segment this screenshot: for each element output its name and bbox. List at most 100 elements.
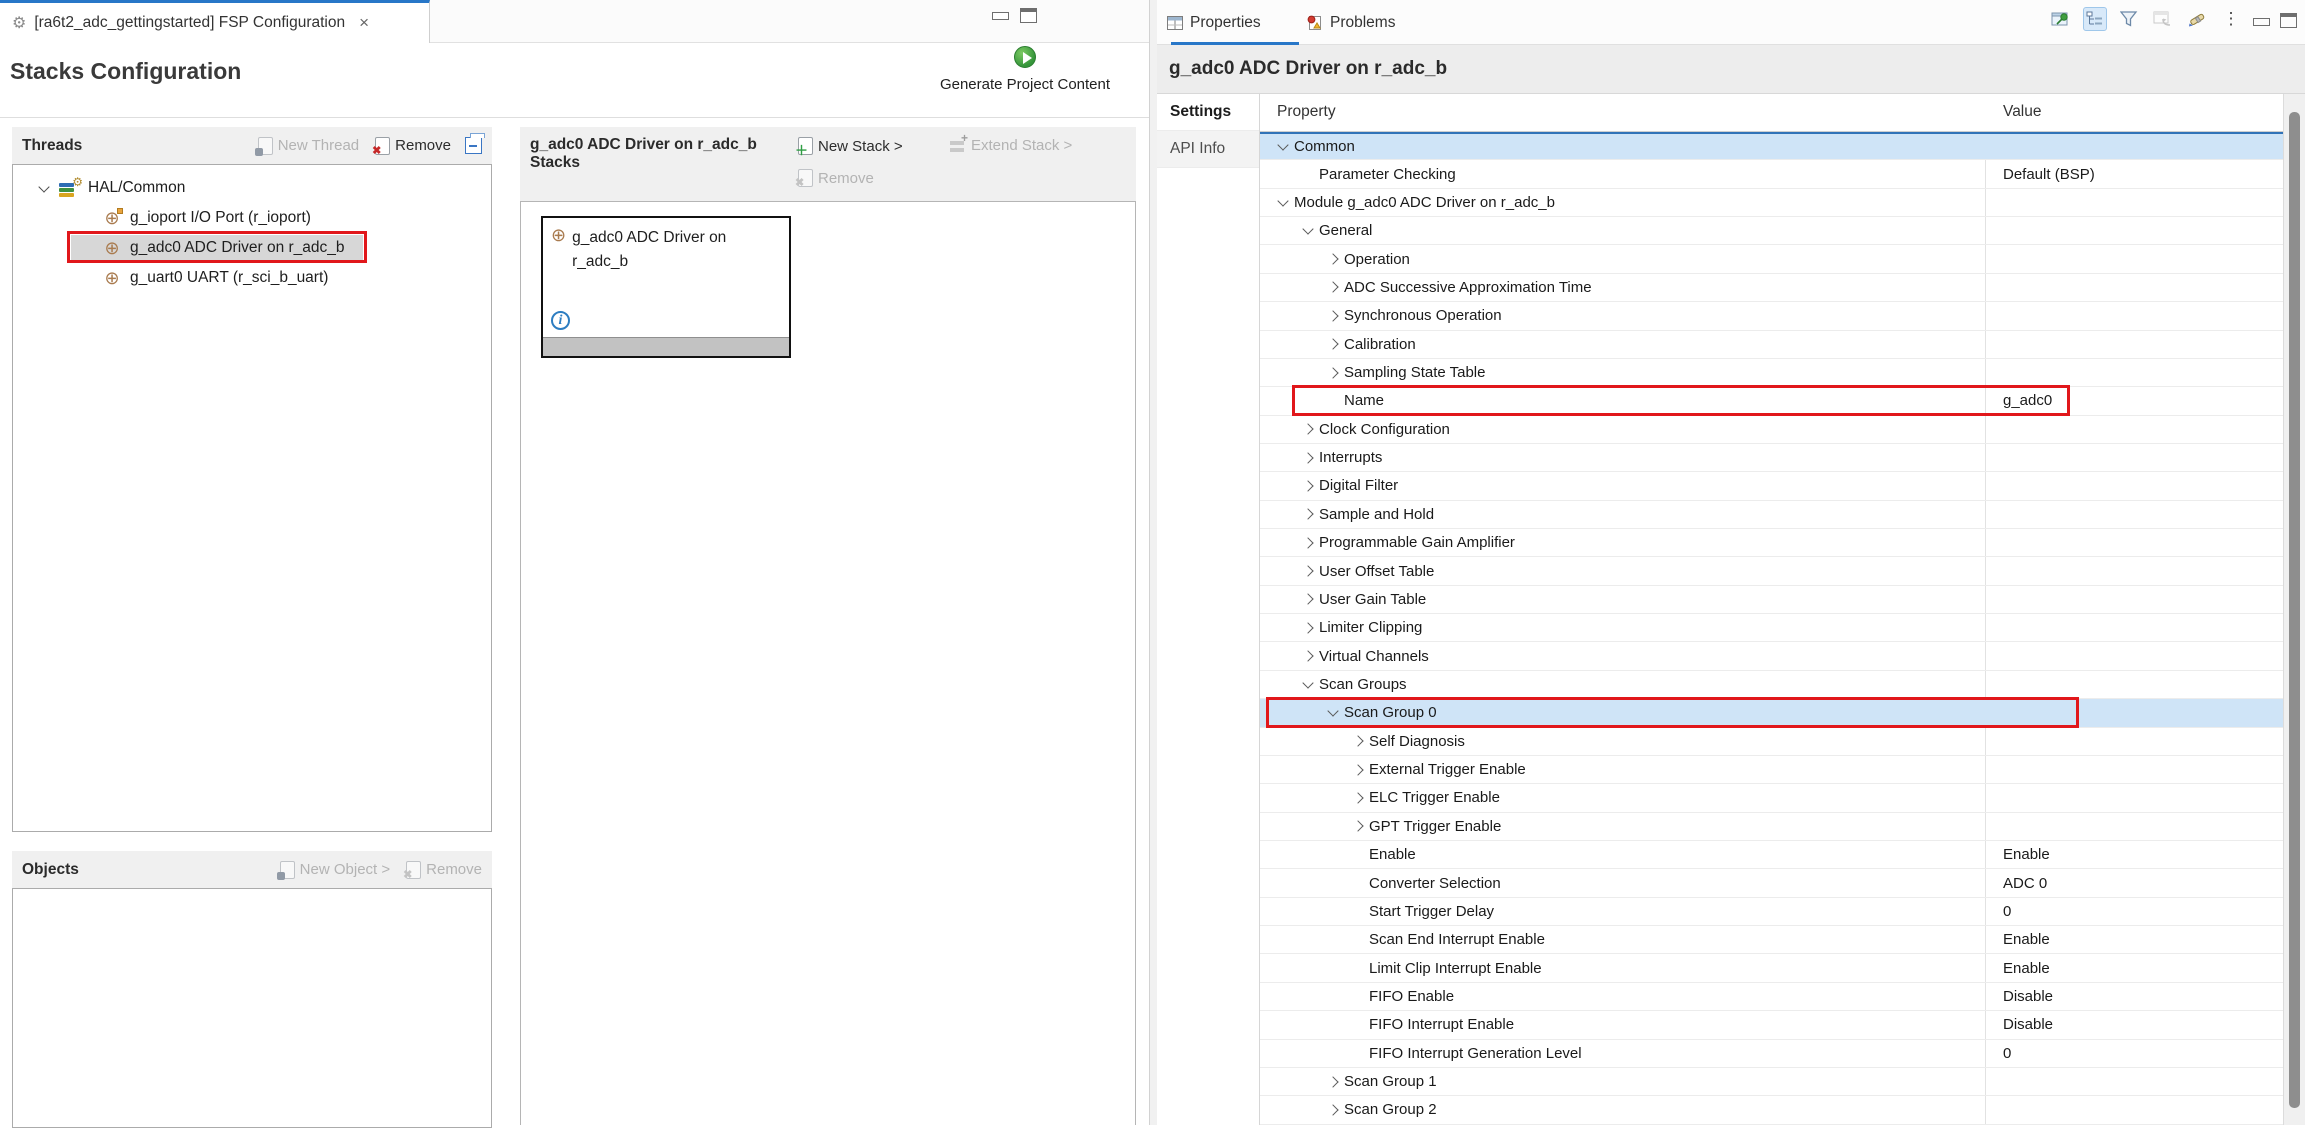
property-row[interactable]: Converter SelectionADC 0 — [1260, 869, 2283, 897]
property-value[interactable]: Disable — [2003, 983, 2053, 1010]
property-value[interactable]: 0 — [2003, 898, 2011, 925]
pin-view-icon[interactable] — [2049, 7, 2073, 31]
chevron-right-icon[interactable] — [1347, 822, 1369, 830]
property-value[interactable]: Default (BSP) — [2003, 160, 2095, 187]
chevron-down-icon[interactable] — [1322, 710, 1344, 715]
property-row[interactable]: ADC Successive Approximation Time — [1260, 274, 2283, 302]
property-row[interactable]: User Offset Table — [1260, 557, 2283, 585]
property-value[interactable]: g_adc0 — [2003, 387, 2052, 414]
show-tree-categories-icon[interactable] — [2083, 7, 2107, 31]
property-row[interactable]: Nameg_adc0 — [1260, 387, 2283, 415]
property-value[interactable]: Enable — [2003, 954, 2050, 981]
property-row[interactable]: Programmable Gain Amplifier — [1260, 529, 2283, 557]
restore-defaults-icon[interactable] — [2151, 7, 2175, 31]
property-row[interactable]: Sampling State Table — [1260, 359, 2283, 387]
chevron-right-icon[interactable] — [1297, 539, 1319, 547]
new-stack-button[interactable]: ＋ New Stack > — [798, 137, 903, 155]
chevron-right-icon[interactable] — [1297, 652, 1319, 660]
chevron-down-icon[interactable] — [1297, 228, 1319, 233]
info-icon[interactable]: i — [551, 311, 570, 330]
chevron-right-icon[interactable] — [1322, 1078, 1344, 1086]
property-row[interactable]: ELC Trigger Enable — [1260, 784, 2283, 812]
property-row[interactable]: Sample and Hold — [1260, 501, 2283, 529]
property-row[interactable]: FIFO EnableDisable — [1260, 983, 2283, 1011]
property-row[interactable]: Module g_adc0 ADC Driver on r_adc_b — [1260, 189, 2283, 217]
stack-module-card[interactable]: ⊕ g_adc0 ADC Driver on r_adc_b i — [541, 216, 791, 358]
tab-problems[interactable]: Problems — [1307, 0, 1395, 45]
property-row[interactable]: GPT Trigger Enable — [1260, 813, 2283, 841]
tab-fsp-configuration[interactable]: ⚙ [ra6t2_adc_gettingstarted] FSP Configu… — [0, 0, 430, 43]
chevron-right-icon[interactable] — [1322, 340, 1344, 348]
property-row[interactable]: EnableEnable — [1260, 841, 2283, 869]
property-row[interactable]: Scan Group 2 — [1260, 1096, 2283, 1124]
extend-stack-button[interactable]: Extend Stack > — [950, 137, 1072, 154]
stacks-canvas[interactable]: ⊕ g_adc0 ADC Driver on r_adc_b i — [520, 201, 1136, 1125]
collapse-all-icon[interactable] — [465, 137, 482, 154]
chevron-right-icon[interactable] — [1297, 482, 1319, 490]
chevron-right-icon[interactable] — [1297, 510, 1319, 518]
new-object-button[interactable]: New Object > — [280, 861, 390, 879]
property-value[interactable]: Disable — [2003, 1011, 2053, 1038]
chevron-right-icon[interactable] — [1347, 766, 1369, 774]
new-thread-button[interactable]: New Thread — [258, 137, 359, 155]
property-row[interactable]: Digital Filter — [1260, 472, 2283, 500]
property-row[interactable]: Scan Group 0 — [1260, 699, 2283, 727]
chevron-down-icon[interactable] — [1297, 682, 1319, 687]
chevron-right-icon[interactable] — [1297, 454, 1319, 462]
property-row[interactable]: Scan Group 1 — [1260, 1068, 2283, 1096]
close-tab-icon[interactable]: × — [359, 13, 369, 33]
property-row[interactable]: Clock Configuration — [1260, 416, 2283, 444]
property-row[interactable]: Interrupts — [1260, 444, 2283, 472]
vertical-sash[interactable] — [1149, 0, 1157, 1125]
property-row[interactable]: Limit Clip Interrupt EnableEnable — [1260, 954, 2283, 982]
generate-project-content-button[interactable]: Generate Project Content — [905, 46, 1145, 93]
chevron-right-icon[interactable] — [1322, 369, 1344, 377]
property-row[interactable]: General — [1260, 217, 2283, 245]
tree-item[interactable]: ⊕g_uart0 UART (r_sci_b_uart) — [13, 263, 491, 293]
property-row[interactable]: Scan End Interrupt EnableEnable — [1260, 926, 2283, 954]
property-value[interactable]: ADC 0 — [2003, 869, 2047, 896]
chevron-down-icon[interactable] — [1272, 144, 1294, 149]
chevron-right-icon[interactable] — [1322, 1106, 1344, 1114]
property-value[interactable]: 0 — [2003, 1040, 2011, 1067]
view-menu-icon[interactable]: ⋮ — [2219, 7, 2243, 31]
property-value[interactable]: Enable — [2003, 926, 2050, 953]
property-row[interactable]: Synchronous Operation — [1260, 302, 2283, 330]
property-row[interactable]: FIFO Interrupt Generation Level0 — [1260, 1040, 2283, 1068]
property-row[interactable]: Start Trigger Delay0 — [1260, 898, 2283, 926]
property-row[interactable]: External Trigger Enable — [1260, 756, 2283, 784]
show-advanced-pen-icon[interactable] — [2185, 7, 2209, 31]
scrollbar-thumb[interactable] — [2289, 112, 2300, 1108]
side-tab-settings[interactable]: Settings — [1157, 94, 1259, 131]
tree-item[interactable]: ⊕g_adc0 ADC Driver on r_adc_b — [13, 233, 491, 263]
property-value[interactable]: Enable — [2003, 841, 2050, 868]
column-header-value[interactable]: Value — [2003, 103, 2042, 121]
column-header-property[interactable]: Property — [1277, 103, 1336, 121]
property-row[interactable]: Scan Groups — [1260, 671, 2283, 699]
chevron-right-icon[interactable] — [1347, 737, 1369, 745]
property-row[interactable]: Virtual Channels — [1260, 642, 2283, 670]
property-row[interactable]: Common — [1260, 132, 2283, 160]
chevron-right-icon[interactable] — [1297, 425, 1319, 433]
filter-icon[interactable] — [2117, 7, 2141, 31]
chevron-right-icon[interactable] — [1297, 567, 1319, 575]
vertical-scrollbar[interactable] — [2283, 94, 2305, 1125]
chevron-right-icon[interactable] — [1322, 283, 1344, 291]
chevron-down-icon[interactable] — [1272, 200, 1294, 205]
chevron-right-icon[interactable] — [1297, 595, 1319, 603]
maximize-properties-button[interactable] — [2280, 13, 2297, 28]
property-row[interactable]: FIFO Interrupt EnableDisable — [1260, 1011, 2283, 1039]
chevron-right-icon[interactable] — [1347, 794, 1369, 802]
property-row[interactable]: Limiter Clipping — [1260, 614, 2283, 642]
minimize-editor-button[interactable] — [992, 12, 1009, 20]
property-row[interactable]: Operation — [1260, 245, 2283, 273]
side-tab-api-info[interactable]: API Info — [1157, 131, 1259, 168]
chevron-right-icon[interactable] — [1297, 624, 1319, 632]
property-row[interactable]: Calibration — [1260, 331, 2283, 359]
remove-stack-button[interactable]: ✖ Remove — [798, 169, 874, 187]
minimize-properties-button[interactable] — [2253, 18, 2270, 26]
tree-item[interactable]: ⊕g_ioport I/O Port (r_ioport) — [13, 203, 491, 233]
chevron-right-icon[interactable] — [1322, 312, 1344, 320]
remove-thread-button[interactable]: ✖ Remove — [375, 137, 451, 155]
property-row[interactable]: Self Diagnosis — [1260, 728, 2283, 756]
